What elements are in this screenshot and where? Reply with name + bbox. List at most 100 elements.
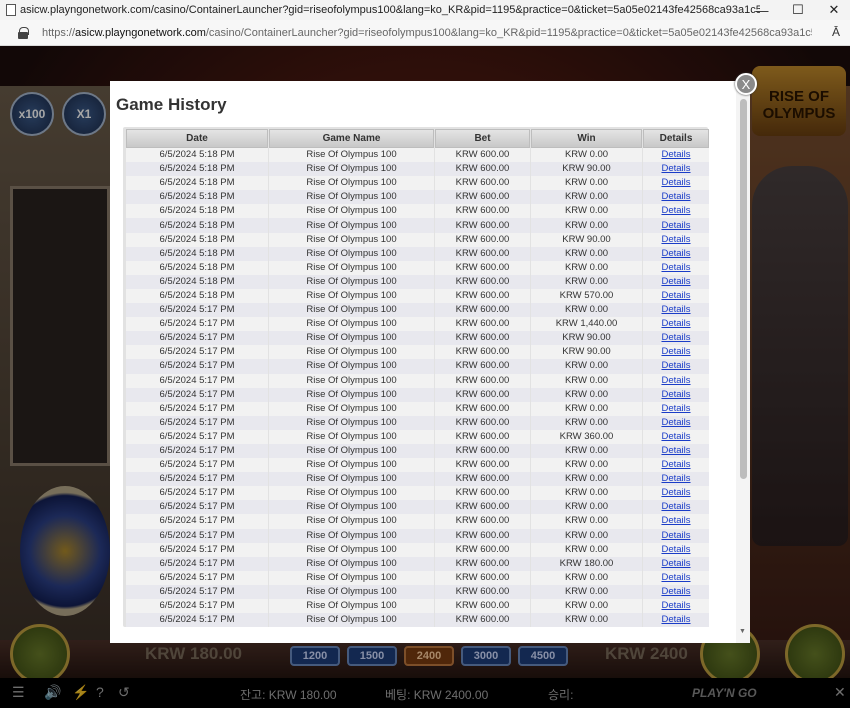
cell-game-name: Rise Of Olympus 100 [269,359,434,374]
url-text[interactable]: https://asicw.playngonetwork.com/casino/… [42,27,812,39]
cell-game-name: Rise Of Olympus 100 [269,204,434,219]
cell-bet: KRW 600.00 [435,359,530,374]
column-header-date: Date [126,129,268,148]
details-link[interactable]: Details [661,530,690,541]
cell-game-name: Rise Of Olympus 100 [269,345,434,360]
details-link[interactable]: Details [661,375,690,386]
cell-game-name: Rise Of Olympus 100 [269,415,434,430]
window-close-icon[interactable]: ✕ [818,0,850,20]
details-link[interactable]: Details [661,220,690,231]
cell-details: Details [643,584,709,599]
cell-details: Details [643,190,709,205]
modal-close-button[interactable]: X [735,73,757,95]
cell-bet: KRW 600.00 [435,458,530,473]
cell-bet: KRW 600.00 [435,345,530,360]
cell-game-name: Rise Of Olympus 100 [269,176,434,191]
cell-game-name: Rise Of Olympus 100 [269,387,434,402]
cell-bet: KRW 600.00 [435,528,530,543]
details-link[interactable]: Details [661,318,690,329]
details-link[interactable]: Details [661,205,690,216]
table-row: 6/5/2024 5:18 PM Rise Of Olympus 100 KRW 6… [126,246,709,261]
details-link[interactable]: Details [661,389,690,400]
cell-bet: KRW 600.00 [435,486,530,501]
table-row: 6/5/2024 5:18 PM Rise Of Olympus 100 KRW 6… [126,190,709,205]
details-link[interactable]: Details [661,332,690,343]
cell-win: KRW 90.00 [531,345,642,360]
cell-win: KRW 0.00 [531,218,642,233]
cell-details: Details [643,162,709,177]
address-bar[interactable]: https://asicw.playngonetwork.com/casino/… [0,20,850,46]
details-link[interactable]: Details [661,459,690,470]
cell-details: Details [643,443,709,459]
cell-win: KRW 0.00 [531,486,642,501]
details-link[interactable]: Details [661,445,690,456]
cell-date: 6/5/2024 5:18 PM [126,232,268,247]
details-link[interactable]: Details [661,600,690,611]
details-link[interactable]: Details [661,234,690,245]
cell-win: KRW 0.00 [531,204,642,219]
cell-game-name: Rise Of Olympus 100 [269,429,434,444]
details-link[interactable]: Details [661,614,690,625]
column-header-details: Details [643,129,709,148]
cell-details: Details [643,260,709,275]
minimize-icon[interactable]: — [746,0,778,20]
cell-details: Details [643,613,709,628]
cell-date: 6/5/2024 5:17 PM [126,500,268,515]
cell-details: Details [643,331,709,346]
details-link[interactable]: Details [661,163,690,174]
details-link[interactable]: Details [661,191,690,202]
cell-win: KRW 0.00 [531,246,642,261]
modal-scrollbar[interactable]: ▲ ▼ [736,81,750,643]
details-link[interactable]: Details [661,276,690,287]
details-link[interactable]: Details [661,290,690,301]
cell-details: Details [643,345,709,360]
details-link[interactable]: Details [661,403,690,414]
details-link[interactable]: Details [661,262,690,273]
cell-details: Details [643,542,709,557]
cell-date: 6/5/2024 5:17 PM [126,584,268,599]
details-link[interactable]: Details [661,248,690,259]
scroll-thumb[interactable] [740,99,747,479]
details-link[interactable]: Details [661,177,690,188]
details-link[interactable]: Details [661,431,690,442]
details-link[interactable]: Details [661,304,690,315]
cell-win: KRW 0.00 [531,373,642,388]
column-header-bet: Bet [435,129,530,148]
details-link[interactable]: Details [661,515,690,526]
table-row: 6/5/2024 5:17 PM Rise Of Olympus 100 KRW 6… [126,401,709,416]
cell-date: 6/5/2024 5:17 PM [126,472,268,487]
cell-game-name: Rise Of Olympus 100 [269,500,434,515]
cell-bet: KRW 600.00 [435,232,530,247]
details-link[interactable]: Details [661,558,690,569]
maximize-icon[interactable]: ☐ [782,0,814,20]
cell-bet: KRW 600.00 [435,288,530,304]
read-aloud-icon[interactable]: Ā [832,25,840,39]
details-link[interactable]: Details [661,417,690,428]
cell-details: Details [643,472,709,487]
cell-bet: KRW 600.00 [435,218,530,233]
cell-game-name: Rise Of Olympus 100 [269,190,434,205]
details-link[interactable]: Details [661,544,690,555]
cell-bet: KRW 600.00 [435,429,530,444]
cell-details: Details [643,317,709,332]
details-link[interactable]: Details [661,360,690,371]
cell-date: 6/5/2024 5:17 PM [126,486,268,501]
cell-game-name: Rise Of Olympus 100 [269,303,434,318]
cell-details: Details [643,303,709,318]
details-link[interactable]: Details [661,149,690,160]
details-link[interactable]: Details [661,473,690,484]
details-link[interactable]: Details [661,501,690,512]
details-link[interactable]: Details [661,572,690,583]
details-link[interactable]: Details [661,346,690,357]
cell-date: 6/5/2024 5:17 PM [126,514,268,529]
cell-bet: KRW 600.00 [435,556,530,571]
lock-icon[interactable] [18,26,29,39]
details-link[interactable]: Details [661,586,690,597]
cell-bet: KRW 600.00 [435,542,530,557]
table-row: 6/5/2024 5:17 PM Rise Of Olympus 100 KRW 6… [126,599,709,614]
scroll-down-icon[interactable]: ▼ [739,628,746,635]
cell-win: KRW 0.00 [531,359,642,374]
cell-date: 6/5/2024 5:17 PM [126,317,268,332]
cell-date: 6/5/2024 5:17 PM [126,528,268,543]
details-link[interactable]: Details [661,487,690,498]
